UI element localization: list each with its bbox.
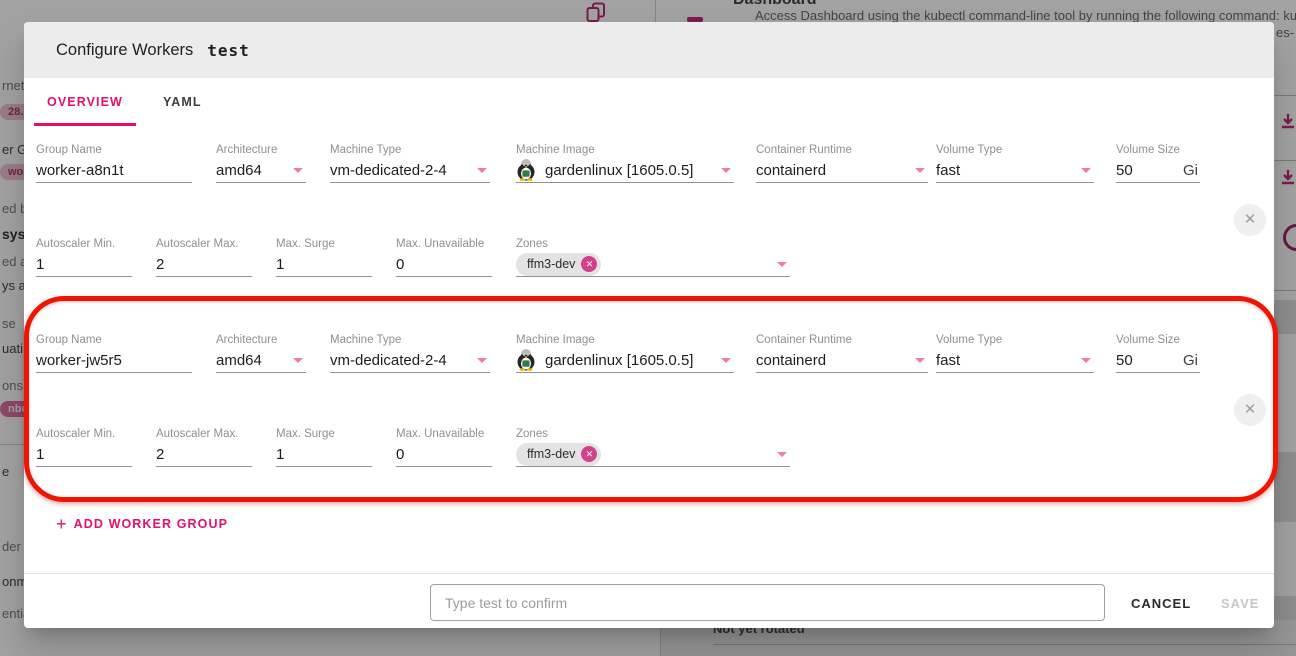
machine-type-select[interactable]: vm-dedicated-2-4 <box>330 158 490 183</box>
field-label: Group Name <box>36 142 192 158</box>
field-label: Machine Image <box>516 142 734 158</box>
autoscaler-max-input[interactable]: 2 <box>156 252 252 277</box>
architecture-field: Architecture amd64 <box>216 142 306 183</box>
cancel-button[interactable]: CANCEL <box>1127 590 1195 616</box>
autoscaler-min-field: Autoscaler Min. 1 <box>36 236 132 277</box>
autoscaler-min-input[interactable]: 1 <box>36 252 132 277</box>
chevron-down-icon <box>1081 168 1091 173</box>
autoscaler-max-field: Autoscaler Max. 2 <box>156 236 252 277</box>
chevron-down-icon <box>721 168 731 173</box>
container-runtime-field: Container Runtime containerd <box>756 142 928 183</box>
machine-image-field: Machine Image <box>516 142 734 183</box>
volume-size-unit: Gi <box>1183 162 1200 179</box>
architecture-select[interactable]: amd64 <box>216 158 306 183</box>
group-name-input[interactable]: worker-a8n1t <box>36 158 192 183</box>
gardenlinux-penguin-icon <box>516 159 536 181</box>
dialog-tabs: OVERVIEW YAML <box>34 78 229 126</box>
chevron-down-icon <box>915 168 925 173</box>
field-label: Autoscaler Min. <box>36 236 132 252</box>
max-unavailable-input[interactable]: 0 <box>396 252 492 277</box>
tab-yaml[interactable]: YAML <box>150 78 215 126</box>
zones-field: Zones ffm3-dev ✕ <box>516 236 790 277</box>
screen: Dashboard Access Dashboard using the kub… <box>0 0 1296 656</box>
tab-overview[interactable]: OVERVIEW <box>34 78 136 126</box>
divider <box>24 573 1274 574</box>
dialog-title: Configure Workers <box>56 41 193 60</box>
field-label: Container Runtime <box>756 142 928 158</box>
remove-zone-icon[interactable]: ✕ <box>581 256 597 272</box>
field-label: Autoscaler Max. <box>156 236 252 252</box>
machine-type-field: Machine Type vm-dedicated-2-4 <box>330 142 490 183</box>
zones-select[interactable]: ffm3-dev ✕ <box>516 252 790 277</box>
add-worker-group-button[interactable]: + ADD WORKER GROUP <box>56 516 228 532</box>
field-label: Max. Surge <box>276 236 372 252</box>
volume-type-field: Volume Type fast <box>936 142 1094 183</box>
max-unavailable-field: Max. Unavailable 0 <box>396 236 492 277</box>
group-name-field: Group Name worker-a8n1t <box>36 142 192 183</box>
field-label: Max. Unavailable <box>396 236 492 252</box>
container-runtime-select[interactable]: containerd <box>756 158 928 183</box>
volume-type-select[interactable]: fast <box>936 158 1094 183</box>
field-label: Zones <box>516 236 790 252</box>
remove-worker-group-button[interactable]: ✕ <box>1234 204 1266 236</box>
chevron-down-icon <box>777 262 787 267</box>
zone-chip: ffm3-dev ✕ <box>516 253 601 276</box>
cluster-name: test <box>207 41 250 60</box>
field-label: Volume Size <box>1116 142 1200 158</box>
plus-icon: + <box>56 516 68 532</box>
dialog-header: Configure Workers test <box>24 22 1274 78</box>
save-button[interactable]: SAVE <box>1217 590 1263 616</box>
field-label: Volume Type <box>936 142 1094 158</box>
field-label: Machine Type <box>330 142 490 158</box>
max-surge-input[interactable]: 1 <box>276 252 372 277</box>
chevron-down-icon <box>293 168 303 173</box>
volume-size-input[interactable]: 50 Gi <box>1116 158 1200 183</box>
max-surge-field: Max. Surge 1 <box>276 236 372 277</box>
machine-image-select[interactable]: gardenlinux [1605.0.5] <box>516 158 734 183</box>
volume-size-field: Volume Size 50 Gi <box>1116 142 1200 183</box>
chevron-down-icon <box>477 168 487 173</box>
confirm-name-input[interactable] <box>430 584 1105 621</box>
field-label: Architecture <box>216 142 306 158</box>
annotation-highlight-ring <box>24 296 1278 502</box>
